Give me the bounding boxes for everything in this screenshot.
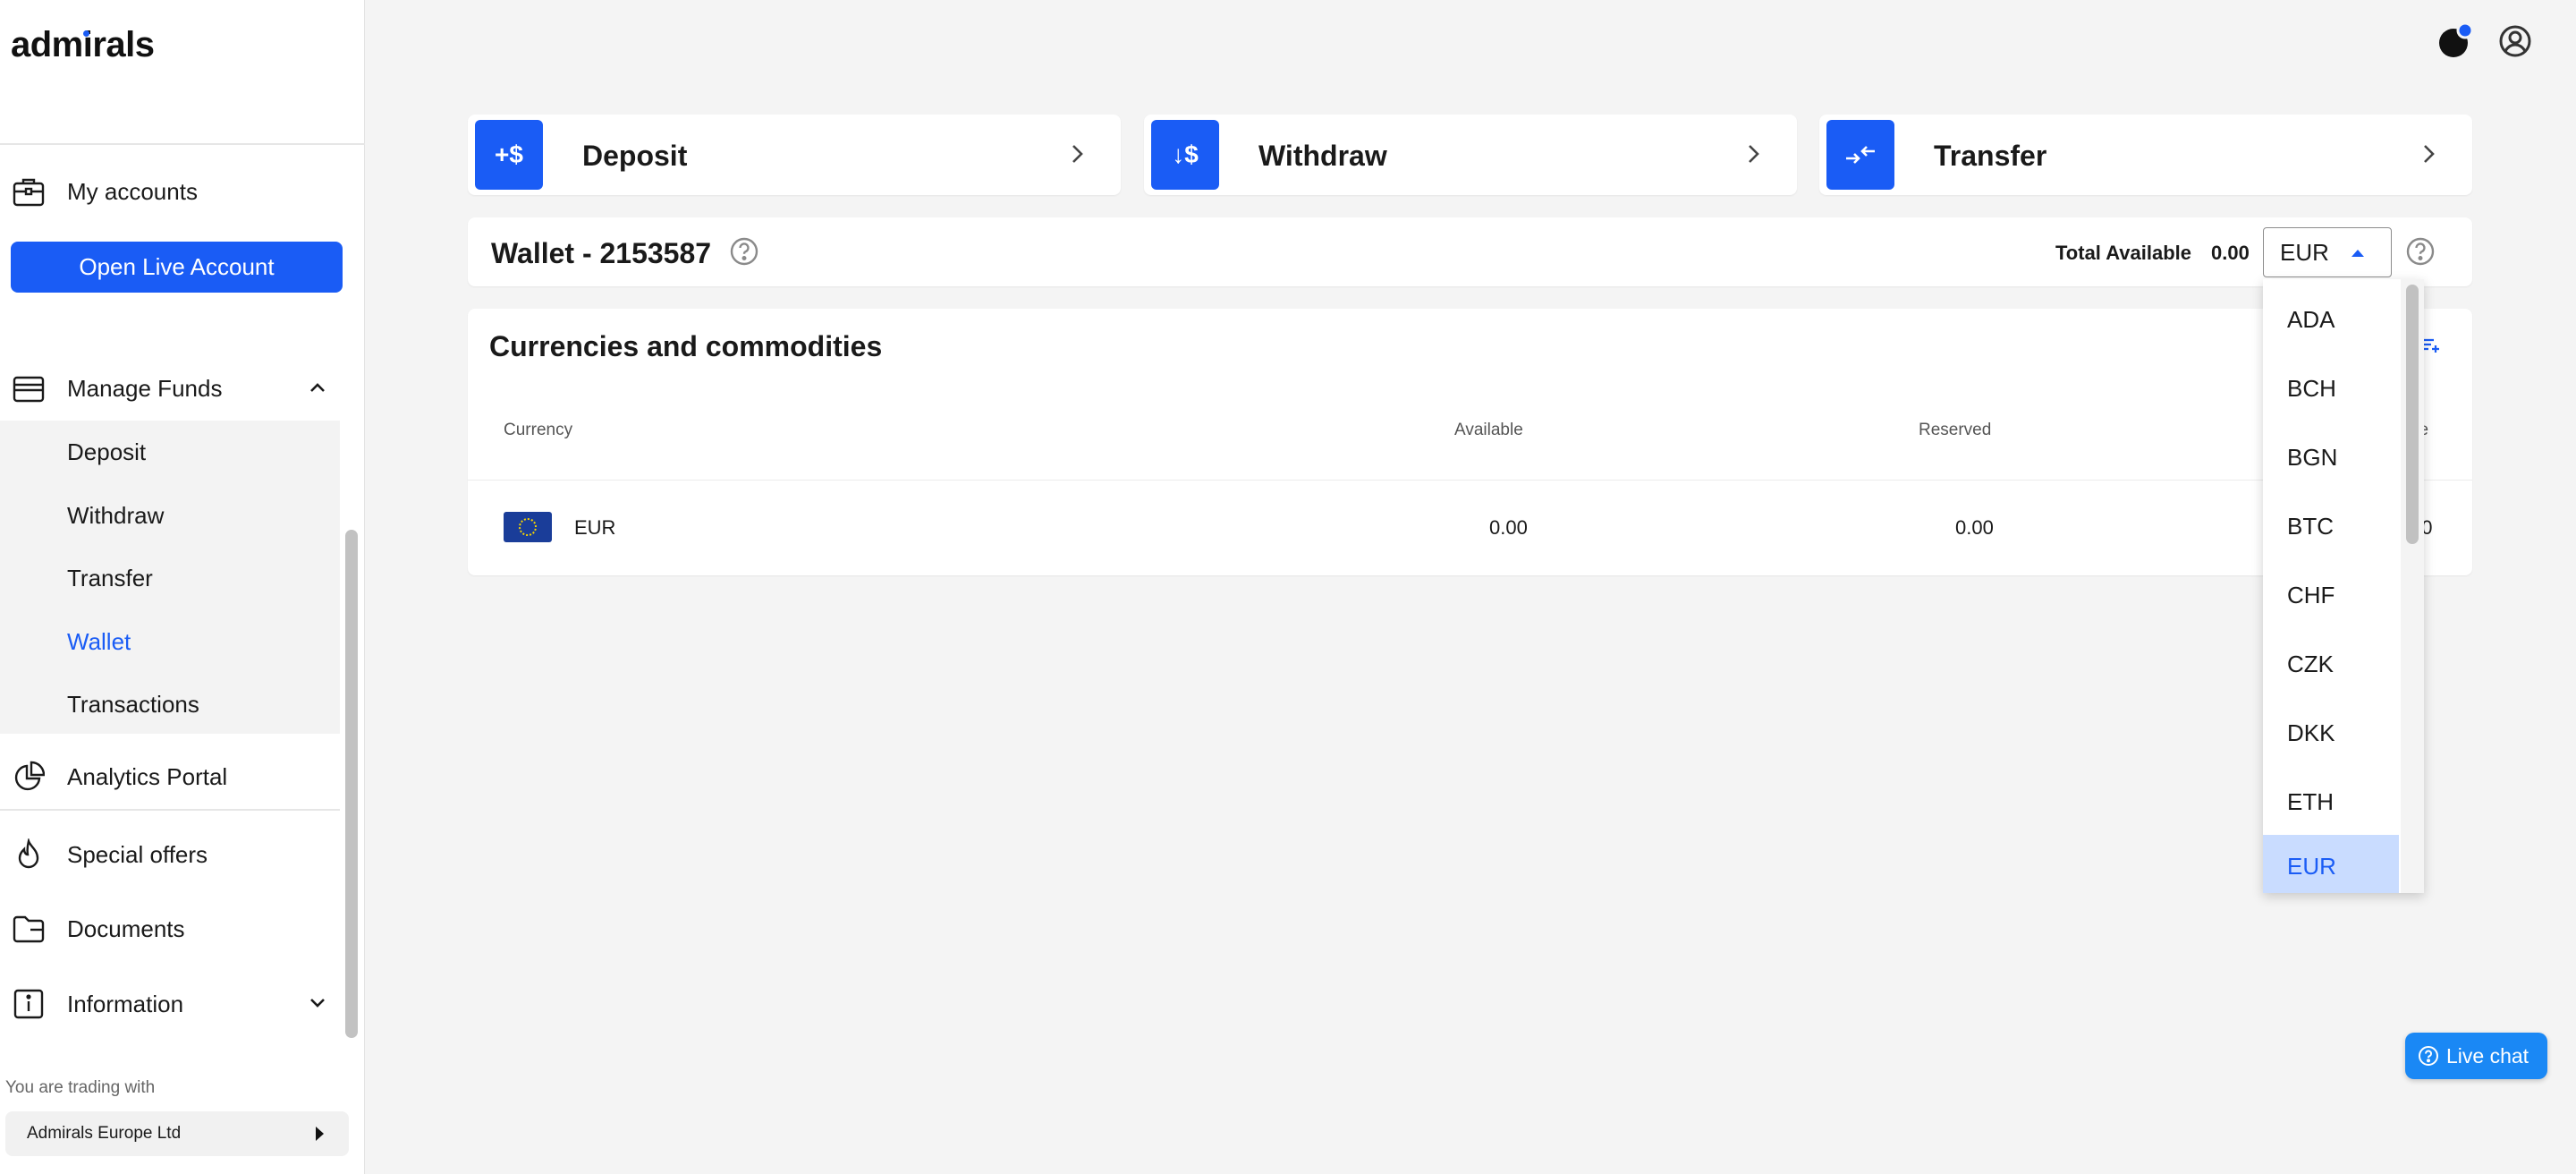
cell-reserved: 0.00 <box>1955 516 1994 539</box>
currency-option-ada[interactable]: ADA <box>2263 292 2399 347</box>
app-root: admirals My accounts Open Live Account M… <box>0 0 2576 1174</box>
user-icon[interactable] <box>2496 21 2535 61</box>
column-header-reserved: Reserved <box>1919 421 1992 439</box>
sidebar-item-manage-funds[interactable]: Manage Funds <box>0 362 340 415</box>
wallet-title: Wallet - 2153587 <box>491 237 712 269</box>
total-available-value: 0.00 <box>2211 242 2250 264</box>
logo[interactable]: admirals <box>11 25 155 65</box>
currency-option-eth[interactable]: ETH <box>2263 774 2399 829</box>
withdraw-icon: ↓$ <box>1151 120 1219 190</box>
sidebar-item-analytics-portal[interactable]: Analytics Portal <box>0 750 340 804</box>
sidebar-subitem-transactions[interactable]: Transactions <box>67 691 199 719</box>
currency-option-eur[interactable]: EUR <box>2263 835 2399 893</box>
currency-dropdown: ADA BCH BGN BTC CHF CZK DKK ETH EUR <box>2263 279 2424 893</box>
info-icon <box>11 986 47 1022</box>
deposit-icon: +$ <box>475 120 543 190</box>
panel-title: Currencies and commodities <box>489 330 883 362</box>
sidebar-subitem-transfer[interactable]: Transfer <box>67 565 153 592</box>
dropdown-scrollbar-thumb[interactable] <box>2406 285 2419 544</box>
divider <box>0 143 365 145</box>
logo-dot <box>83 30 89 37</box>
column-header-currency: Currency <box>504 421 573 439</box>
sidebar: admirals My accounts Open Live Account M… <box>0 0 365 1174</box>
wallet-header: Wallet - 2153587 Total Available 0.00 <box>468 217 2472 286</box>
currencies-panel: Currencies and commodities Currency Avai… <box>468 309 2472 575</box>
deposit-card-label: Deposit <box>582 140 688 172</box>
currency-option-bch[interactable]: BCH <box>2263 361 2399 416</box>
pie-chart-icon <box>11 759 47 795</box>
chevron-right-icon <box>2420 142 2436 166</box>
folder-icon <box>11 911 47 947</box>
sidebar-item-label: Analytics Portal <box>67 762 228 790</box>
caret-up-icon <box>2351 250 2364 257</box>
sidebar-item-my-accounts[interactable]: My accounts <box>0 165 340 218</box>
filter-icon[interactable] <box>2421 336 2441 355</box>
open-live-account-button[interactable]: Open Live Account <box>11 242 343 293</box>
entity-selector[interactable]: Admirals Europe Ltd <box>5 1111 349 1156</box>
wallet-icon <box>11 370 47 406</box>
help-icon[interactable] <box>2405 236 2436 267</box>
sidebar-item-label: My accounts <box>67 177 198 205</box>
sidebar-item-label: Information <box>67 990 184 1017</box>
cell-available: 0.00 <box>1489 516 1528 539</box>
caret-right-icon <box>316 1127 324 1141</box>
sidebar-item-label: Manage Funds <box>67 374 223 402</box>
flame-icon <box>11 837 47 872</box>
manage-funds-submenu: Deposit Withdraw Transfer Wallet Transac… <box>0 421 340 734</box>
transfer-icon <box>1826 120 1894 190</box>
live-chat-label: Live chat <box>2446 1043 2529 1068</box>
divider <box>0 809 340 811</box>
sidebar-item-special-offers[interactable]: Special offers <box>0 828 340 881</box>
eu-flag-stars <box>519 518 537 536</box>
currency-option-btc[interactable]: BTC <box>2263 498 2399 554</box>
transfer-card-label: Transfer <box>1934 140 2047 172</box>
cell-currency: EUR <box>574 516 616 539</box>
transfer-card[interactable]: Transfer <box>1819 115 2472 195</box>
chevron-up-icon <box>308 378 327 397</box>
sidebar-item-documents[interactable]: Documents <box>0 902 340 956</box>
deposit-card[interactable]: +$ Deposit <box>468 115 1121 195</box>
chevron-right-icon <box>1069 142 1085 166</box>
currency-option-czk[interactable]: CZK <box>2263 636 2399 692</box>
briefcase-icon <box>11 174 47 209</box>
help-icon[interactable] <box>729 236 759 267</box>
sidebar-subitem-wallet[interactable]: Wallet <box>67 628 131 656</box>
withdraw-card-label: Withdraw <box>1258 140 1387 172</box>
sidebar-subitem-withdraw[interactable]: Withdraw <box>67 502 164 530</box>
sidebar-item-label: Documents <box>67 915 185 942</box>
chevron-down-icon <box>308 993 327 1013</box>
currency-option-bgn[interactable]: BGN <box>2263 430 2399 485</box>
notification-icon[interactable] <box>2435 21 2474 61</box>
withdraw-card[interactable]: ↓$ Withdraw <box>1144 115 1797 195</box>
currency-option-dkk[interactable]: DKK <box>2263 705 2399 761</box>
sidebar-scrollbar-thumb[interactable] <box>345 530 358 1038</box>
live-chat-button[interactable]: Live chat <box>2405 1033 2547 1079</box>
chevron-right-icon <box>1745 142 1761 166</box>
currency-select[interactable]: EUR <box>2263 227 2392 277</box>
trading-with-label: You are trading with <box>5 1078 156 1097</box>
question-icon <box>2418 1045 2439 1067</box>
column-header-available: Available <box>1454 421 1523 439</box>
total-available-label: Total Available <box>2055 242 2192 264</box>
eu-flag-icon <box>504 512 552 542</box>
sidebar-item-information[interactable]: Information <box>0 977 340 1031</box>
sidebar-subitem-deposit[interactable]: Deposit <box>67 438 146 466</box>
currency-option-chf[interactable]: CHF <box>2263 567 2399 623</box>
entity-name: Admirals Europe Ltd <box>27 1124 182 1143</box>
currency-select-value: EUR <box>2280 238 2329 266</box>
sidebar-item-label: Special offers <box>67 840 208 868</box>
table-divider <box>468 480 2472 481</box>
